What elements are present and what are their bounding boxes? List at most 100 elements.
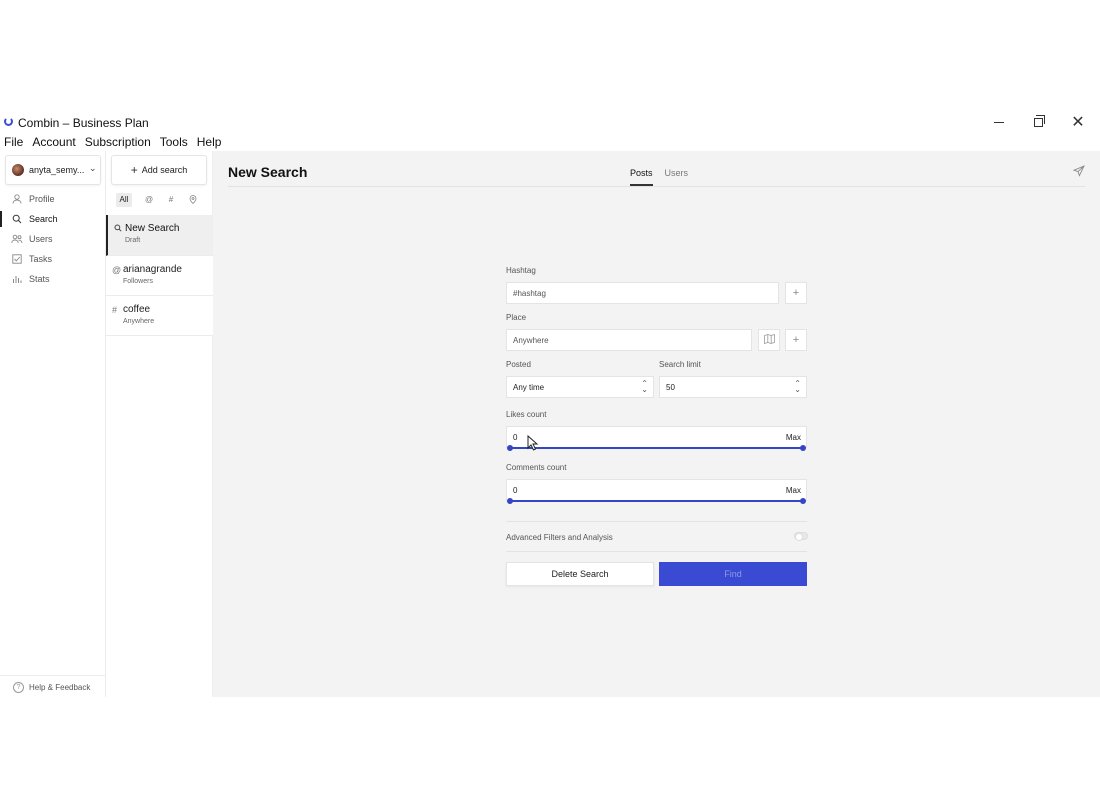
map-button[interactable] [758, 329, 780, 351]
window-title: Combin – Business Plan [18, 116, 149, 130]
advanced-filters-toggle[interactable] [794, 532, 808, 541]
sidebar-item-label: Tasks [29, 254, 53, 264]
add-search-button[interactable]: + Add search [111, 155, 207, 185]
search-item-title: arianagrande [123, 264, 182, 275]
menu-file[interactable]: File [0, 133, 27, 151]
tab-posts[interactable]: Posts [630, 168, 653, 186]
search-item-subtitle: Anywhere [123, 318, 155, 325]
place-input[interactable]: Anywhere [506, 329, 752, 351]
hashtag-input[interactable]: #hashtag [506, 282, 779, 304]
likes-max-value: Max [785, 433, 801, 442]
help-label: Help & Feedback [29, 683, 91, 692]
posted-label: Posted [506, 360, 531, 369]
likes-count-range[interactable]: 0 Max [506, 426, 807, 451]
title-bar: Combin – Business Plan ✕ [0, 111, 1100, 133]
mouse-cursor-icon [527, 434, 539, 451]
plus-icon: + [792, 287, 800, 299]
menu-subscription[interactable]: Subscription [81, 133, 155, 151]
advanced-filters-label: Advanced Filters and Analysis [506, 533, 613, 542]
header-divider [228, 186, 1085, 187]
sidebar-item-profile[interactable]: Profile [0, 189, 106, 209]
search-icon [114, 224, 122, 234]
restore-button[interactable] [1029, 114, 1047, 130]
sidebar-item-label: Stats [29, 274, 50, 284]
tab-users[interactable]: Users [665, 168, 689, 186]
place-label: Place [506, 313, 527, 322]
sidebar-item-tasks[interactable]: Tasks [0, 249, 106, 269]
map-icon [763, 333, 775, 347]
search-limit-label: Search limit [659, 360, 701, 369]
posted-select[interactable]: Any time ⌃ ⌄ [506, 376, 654, 398]
filter-all[interactable]: All [116, 193, 132, 207]
updown-chevron-icon: ⌃ ⌄ [641, 379, 648, 394]
search-list-item-new-search[interactable]: New Search Draft [106, 215, 213, 256]
sidebar-item-stats[interactable]: Stats [0, 269, 106, 289]
plus-icon: + [792, 334, 800, 346]
users-icon [11, 233, 23, 245]
tasks-icon [11, 253, 23, 265]
add-hashtag-button[interactable]: + [785, 282, 807, 304]
divider [506, 521, 807, 522]
account-switcher[interactable]: anyta_semy... ⌄ [5, 155, 101, 185]
avatar [12, 164, 24, 176]
add-search-label: Add search [141, 165, 188, 175]
app-window: Combin – Business Plan ✕ File Account Su… [0, 111, 1100, 697]
sidebar-item-label: Search [29, 214, 58, 224]
filter-mention-icon[interactable]: @ [138, 193, 160, 207]
search-filter-tabs: All @ # [116, 193, 204, 207]
posted-value: Any time [513, 382, 545, 392]
likes-min-handle[interactable] [507, 445, 513, 451]
search-item-subtitle: Draft [125, 237, 141, 244]
comments-max-value: Max [785, 486, 801, 495]
sidebar-item-label: Profile [29, 194, 55, 204]
search-list-item-arianagrande[interactable]: @ arianagrande Followers [106, 256, 213, 296]
sidebar-item-users[interactable]: Users [0, 229, 106, 249]
content-tabs: Posts Users [630, 168, 700, 186]
help-feedback-link[interactable]: ? Help & Feedback [0, 675, 106, 695]
likes-min-value: 0 [513, 433, 518, 442]
left-sidebar: anyta_semy... ⌄ Profile Search Users Tas… [0, 151, 106, 697]
search-item-subtitle: Followers [123, 278, 153, 285]
main-panel: New Search Posts Users Hashtag #hashtag … [213, 151, 1100, 697]
search-limit-value: 50 [666, 382, 675, 392]
stats-icon [11, 273, 23, 285]
search-limit-select[interactable]: 50 ⌃ ⌄ [659, 376, 807, 398]
combin-logo-icon [4, 117, 13, 126]
plus-icon: + [130, 163, 138, 177]
likes-slider-track[interactable] [510, 447, 803, 449]
add-place-button[interactable]: + [785, 329, 807, 351]
comments-min-handle[interactable] [507, 498, 513, 504]
comments-slider-track[interactable] [510, 500, 803, 502]
menu-tools[interactable]: Tools [156, 133, 192, 151]
minimize-button[interactable] [990, 114, 1008, 130]
send-icon[interactable] [1072, 164, 1085, 177]
menu-account[interactable]: Account [28, 133, 79, 151]
likes-count-label: Likes count [506, 410, 547, 419]
comments-count-range[interactable]: 0 Max [506, 479, 807, 504]
search-item-title: New Search [125, 223, 180, 234]
comments-count-label: Comments count [506, 463, 567, 472]
hashtag-icon: # [112, 305, 118, 315]
filter-hashtag-icon[interactable]: # [160, 193, 182, 207]
help-icon: ? [13, 682, 24, 693]
divider [506, 551, 807, 552]
updown-chevron-icon: ⌃ ⌄ [794, 379, 801, 394]
search-list-item-coffee[interactable]: # coffee Anywhere [106, 296, 213, 336]
comments-min-value: 0 [513, 486, 518, 495]
likes-max-handle[interactable] [800, 445, 806, 451]
delete-search-button[interactable]: Delete Search [506, 562, 654, 586]
comments-max-handle[interactable] [800, 498, 806, 504]
search-list-panel: + Add search All @ # New Search Draft @ … [106, 151, 213, 697]
sidebar-item-search[interactable]: Search [0, 209, 106, 229]
chevron-down-icon: ⌄ [89, 163, 97, 173]
close-button[interactable]: ✕ [1069, 114, 1087, 131]
menu-help[interactable]: Help [193, 133, 226, 151]
find-button[interactable]: Find [659, 562, 807, 586]
mention-icon: @ [112, 265, 122, 275]
filter-location-icon[interactable] [182, 193, 204, 207]
account-name: anyta_semy... [29, 165, 85, 175]
active-indicator [0, 211, 2, 227]
hashtag-label: Hashtag [506, 266, 536, 275]
menu-bar: File Account Subscription Tools Help [0, 133, 226, 151]
search-item-title: coffee [123, 304, 151, 315]
